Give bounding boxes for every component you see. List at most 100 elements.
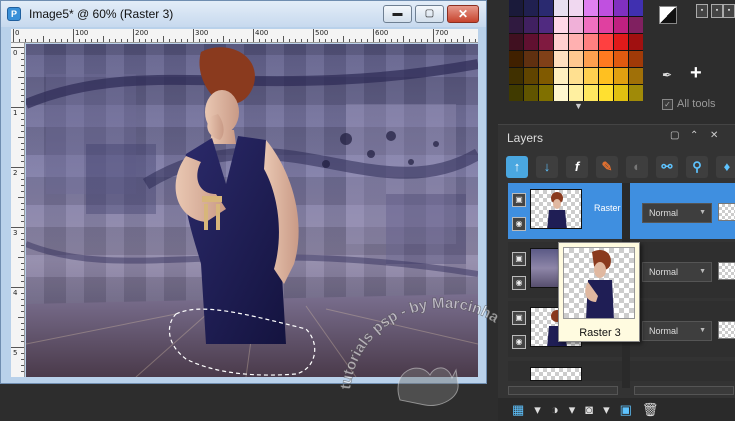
color-swatch[interactable] [629,51,643,67]
new-layer-icon[interactable]: ▦ [512,402,524,418]
color-swatch-grid[interactable] [509,0,643,101]
lock-icon[interactable]: ⚲ [686,156,708,178]
color-swatch[interactable] [554,34,568,50]
merge-layers-icon[interactable]: ▣ [620,402,632,418]
opacity-preview[interactable] [718,203,735,221]
gradient-mode-button[interactable]: ▪ [696,4,708,18]
pattern-mode-button[interactable]: ▪ [711,4,723,18]
adjustment-layer-icon[interactable]: ◑ [551,402,559,417]
color-swatch[interactable] [629,17,643,33]
all-tools-checkbox[interactable]: ✓ [662,98,673,110]
color-swatch[interactable] [569,0,583,16]
color-swatch[interactable] [599,17,613,33]
chevron-down-icon[interactable]: ▼ [574,101,583,111]
color-swatch[interactable] [509,85,523,101]
color-swatch[interactable] [554,68,568,84]
color-swatch[interactable] [584,0,598,16]
plus-icon[interactable]: + [690,62,702,85]
color-swatch[interactable] [539,51,553,67]
color-swatch[interactable] [614,51,628,67]
all-tools-toggle[interactable]: ✓ All tools [662,98,716,110]
blend-mode-select[interactable]: Normal ▼ [642,321,712,341]
color-swatch[interactable] [569,85,583,101]
color-swatch[interactable] [599,0,613,16]
blend-mode-select[interactable]: Normal ▼ [642,203,712,223]
color-swatch[interactable] [539,0,553,16]
link-icon[interactable]: ⚯ [656,156,678,178]
color-swatch[interactable] [524,17,538,33]
blend-mode-select[interactable]: Normal ▼ [642,262,712,282]
chevron-down-icon[interactable]: ▾ [534,402,541,418]
color-swatch[interactable] [629,0,643,16]
color-swatch[interactable] [584,34,598,50]
minimize-button[interactable]: ▬ [383,5,412,23]
color-swatch[interactable] [539,68,553,84]
texture-mode-button[interactable]: ▪ [723,4,735,18]
color-swatch[interactable] [584,17,598,33]
visibility-eye-icon[interactable]: ◉ [512,276,526,290]
color-swatch[interactable] [599,68,613,84]
color-swatch[interactable] [629,85,643,101]
color-swatch[interactable] [569,17,583,33]
layers-hscroll-right[interactable] [634,386,734,395]
chevron-down-icon[interactable]: ▾ [569,402,576,418]
color-swatch[interactable] [509,51,523,67]
color-swatch[interactable] [584,68,598,84]
color-swatch[interactable] [569,34,583,50]
visibility-eye-icon[interactable]: ◉ [512,217,526,231]
color-swatch[interactable] [524,51,538,67]
effects-icon[interactable]: f [566,156,588,178]
color-swatch[interactable] [629,68,643,84]
color-swatch[interactable] [614,17,628,33]
layer-group-icon[interactable]: ▣ [512,311,526,325]
color-swatch[interactable] [539,85,553,101]
color-swatch[interactable] [569,68,583,84]
move-layer-up-icon[interactable]: ↑ [506,156,528,178]
layer-group-icon[interactable]: ▣ [512,193,526,207]
image-canvas[interactable] [26,44,478,377]
chevron-up-icon[interactable]: ⌃ [690,130,698,141]
title-bar[interactable]: P Image5* @ 60% (Raster 3) ▬ ▢ ✕ [1,1,486,27]
visibility-eye-icon[interactable]: ◉ [512,335,526,349]
color-swatch[interactable] [524,85,538,101]
color-swatch[interactable] [539,34,553,50]
color-swatch[interactable] [509,17,523,33]
delete-layer-icon[interactable]: 🗑 [642,402,659,418]
color-swatch[interactable] [614,34,628,50]
color-swatch[interactable] [539,17,553,33]
layer-group-icon[interactable]: ▣ [512,252,526,266]
color-swatch[interactable] [524,68,538,84]
opacity-preview[interactable] [718,321,735,339]
color-swatch[interactable] [509,0,523,16]
layers-hscroll-left[interactable] [508,386,618,395]
properties-icon[interactable]: ✎ [596,156,618,178]
dock-icon[interactable]: ▢ [670,130,679,141]
close-icon[interactable]: ✕ [710,130,718,141]
brush-icon[interactable]: ♦ [716,156,735,178]
color-swatch[interactable] [509,68,523,84]
color-swatch[interactable] [509,34,523,50]
color-swatch[interactable] [614,85,628,101]
move-layer-down-icon[interactable]: ↓ [536,156,558,178]
close-button[interactable]: ✕ [447,5,479,23]
color-swatch[interactable] [524,0,538,16]
color-swatch[interactable] [584,85,598,101]
color-swatch[interactable] [599,34,613,50]
color-swatch[interactable] [554,51,568,67]
color-swatch[interactable] [599,51,613,67]
color-swatch[interactable] [524,34,538,50]
mask-layer-icon[interactable]: ◙ [585,402,593,417]
fg-bg-swatch-icon[interactable] [659,6,677,24]
color-swatch[interactable] [554,17,568,33]
maximize-button[interactable]: ▢ [415,5,444,23]
color-swatch[interactable] [614,0,628,16]
color-swatch[interactable] [629,34,643,50]
color-swatch[interactable] [554,0,568,16]
color-swatch[interactable] [599,85,613,101]
eyedropper-icon[interactable]: ✒ [662,68,672,82]
color-swatch[interactable] [569,51,583,67]
color-swatch[interactable] [554,85,568,101]
color-swatch[interactable] [584,51,598,67]
mask-icon[interactable]: ◐ [626,156,648,178]
chevron-down-icon[interactable]: ▾ [603,402,610,418]
